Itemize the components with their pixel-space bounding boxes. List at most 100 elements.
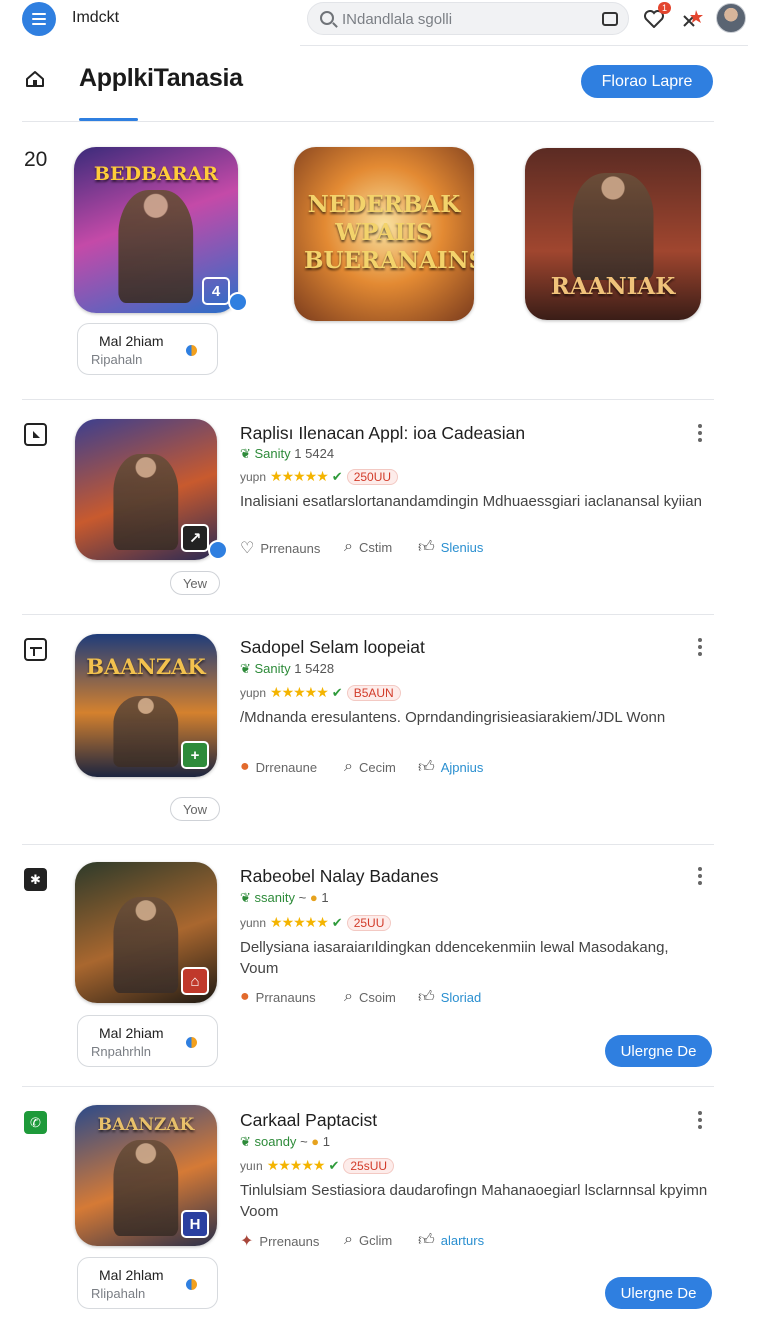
character-figure (113, 897, 179, 993)
check-icon: ✔ (328, 1157, 340, 1173)
character-figure (113, 695, 179, 767)
more-options-icon[interactable] (697, 867, 703, 885)
share-action[interactable]: 👍︎ Slenius (418, 538, 483, 557)
like-action[interactable]: ✦ Prrenauns (240, 1231, 319, 1251)
thumbs-up-icon: 👍︎ (418, 1232, 435, 1249)
comment-action[interactable]: ⌕ Csoim (344, 988, 396, 1006)
app-description: /Mdnanda eresulantens. Oprndandingrisiea… (240, 709, 666, 726)
app-meta: ❦ Sanity 1 5424 (240, 446, 335, 461)
more-options-icon[interactable] (697, 424, 703, 442)
app-meta: ❦ soandy ~ ● 1 (240, 1134, 330, 1149)
action-bar: ● Drrenaune ⌕ Cecim 👍︎ Ajpnius (240, 758, 700, 778)
price-badge: 250UU (346, 468, 399, 485)
check-icon: ✔ (331, 914, 343, 930)
comment-action[interactable]: ⌕ Cstim (344, 538, 392, 556)
status-icon (186, 1037, 197, 1048)
search-input[interactable] (342, 8, 592, 30)
notification-badge: 1 (657, 2, 671, 14)
star-rating: ★★★★★ (270, 914, 329, 930)
art-title: RAANIAK (550, 273, 676, 300)
character-figure (118, 190, 194, 303)
app-art[interactable]: BAANZAK H (75, 1105, 217, 1246)
comment-action[interactable]: ⌕ Gclim (344, 1231, 392, 1249)
app-rating: yupn ★★★★★ ✔ 250UU (240, 468, 399, 485)
comment-icon: ⌕ (344, 988, 353, 1005)
status-icon (186, 1279, 197, 1290)
play-icon (24, 423, 47, 446)
game-logo-icon: ⌂ (181, 967, 209, 995)
thumbs-up-icon: 👍︎ (418, 539, 435, 556)
featured-app-art-1[interactable]: BEDBARAR 4 (74, 147, 238, 313)
check-icon: ✔ (331, 468, 343, 484)
like-action[interactable]: ● Drrenaune (240, 758, 317, 776)
comment-icon: ⌕ (344, 1231, 353, 1248)
meta-value: 1 5424 (294, 446, 335, 461)
app-rating: yuın ★★★★★ ✔ 25sUU (240, 1157, 395, 1174)
game-logo-icon: + (181, 741, 209, 769)
art-title: BAANZAK (97, 1115, 195, 1135)
share-action[interactable]: 👍︎ Sloriad (418, 988, 481, 1007)
share-action[interactable]: 👍︎ Ajpnius (418, 758, 483, 777)
card-subtitle: Rnpahrhln (91, 1044, 151, 1059)
app-small-icon: ✱ (24, 868, 47, 891)
more-options-icon[interactable] (697, 638, 703, 656)
status-icon (186, 345, 197, 356)
character-figure (572, 173, 654, 280)
art-title: BAANZAK (86, 654, 206, 679)
app-title[interactable]: Rabeobel Nalay Badanes (240, 866, 438, 887)
featured-app-art-3[interactable]: RAANIAK (525, 148, 701, 320)
action-bar: ● Prranauns ⌕ Csoim 👍︎ Sloriad (240, 988, 700, 1008)
install-button[interactable]: Ulergne De (605, 1035, 712, 1067)
action-bar: ✦ Prrenauns ⌕ Gclim 👍︎ alarturs (240, 1231, 700, 1251)
camera-icon[interactable] (602, 12, 618, 26)
view-button[interactable]: Yew (170, 571, 220, 595)
home-icon[interactable] (24, 68, 46, 90)
like-action[interactable]: ● Prranauns (240, 988, 316, 1006)
search-bar[interactable] (307, 2, 629, 35)
app-info-card[interactable]: Mal 2hlam Rlipahaln (77, 1257, 218, 1309)
star-rating: ★★★★★ (270, 468, 329, 484)
app-title[interactable]: Carkaal Paptacist (240, 1110, 377, 1131)
like-action[interactable]: ♡ Prrenauns (240, 538, 320, 558)
hamburger-menu-icon[interactable] (22, 2, 56, 36)
more-options-icon[interactable] (697, 1111, 703, 1129)
phone-icon: ✆ (24, 1111, 47, 1134)
verified-icon (208, 540, 228, 560)
close-icon[interactable] (679, 6, 705, 32)
app-description: Inalisiani esatlarslortanandamdingin Mdh… (240, 493, 702, 510)
rating-prefix: yupn (240, 469, 267, 484)
verified-icon (228, 292, 248, 312)
app-title[interactable]: Raplisı Ilenacan Appl: ioa Cadeasian (240, 423, 525, 444)
divider (22, 121, 714, 122)
heart-icon[interactable]: 1 (641, 2, 671, 32)
header-action-button[interactable]: Florao Lapre (581, 65, 713, 98)
view-button[interactable]: Yow (170, 797, 220, 821)
price-badge: 25UU (346, 914, 392, 931)
action-bar: ♡ Prrenauns ⌕ Cstim 👍︎ Slenius (240, 538, 700, 558)
card-title: Mal 2hiam (99, 333, 164, 349)
page-title: ApplkiTanasia (79, 64, 243, 92)
app-art[interactable]: BAANZAK + (75, 634, 217, 777)
featured-app-art-2[interactable]: NEDERBAK WPAIIS BUERANAINS (294, 147, 474, 321)
app-description: Dellysiana iasaraiarıldingkan ddencekenm… (240, 939, 669, 977)
art-title: NEDERBAK WPAIIS BUERANAINS (304, 191, 474, 274)
comment-action[interactable]: ⌕ Cecim (344, 758, 396, 776)
art-title: BEDBARAR (93, 163, 219, 185)
price-badge: 25sUU (343, 1157, 395, 1174)
featured-info-card[interactable]: Mal 2hiam Ripahaln (77, 323, 218, 375)
game-logo-icon: 4 (202, 277, 230, 305)
meta-label: Sanity (254, 446, 291, 461)
heart-icon: ♡ (240, 540, 255, 557)
app-info-card[interactable]: Mal 2hiam Rnpahrhln (77, 1015, 218, 1067)
comment-icon: ⌕ (344, 758, 353, 775)
avatar[interactable] (716, 3, 746, 33)
app-art[interactable]: ⌂ (75, 862, 217, 1003)
thumbs-up-icon: 👍︎ (418, 759, 435, 776)
card-title: Mal 2hlam (99, 1267, 164, 1283)
divider (300, 45, 748, 46)
install-button[interactable]: Ulergne De (605, 1277, 712, 1309)
app-art[interactable]: ↗ (75, 419, 217, 560)
share-action[interactable]: 👍︎ alarturs (418, 1231, 484, 1250)
app-title[interactable]: Sadopel Selam loopeiat (240, 637, 425, 658)
app-rating: yupn ★★★★★ ✔ B5AUN (240, 684, 401, 701)
